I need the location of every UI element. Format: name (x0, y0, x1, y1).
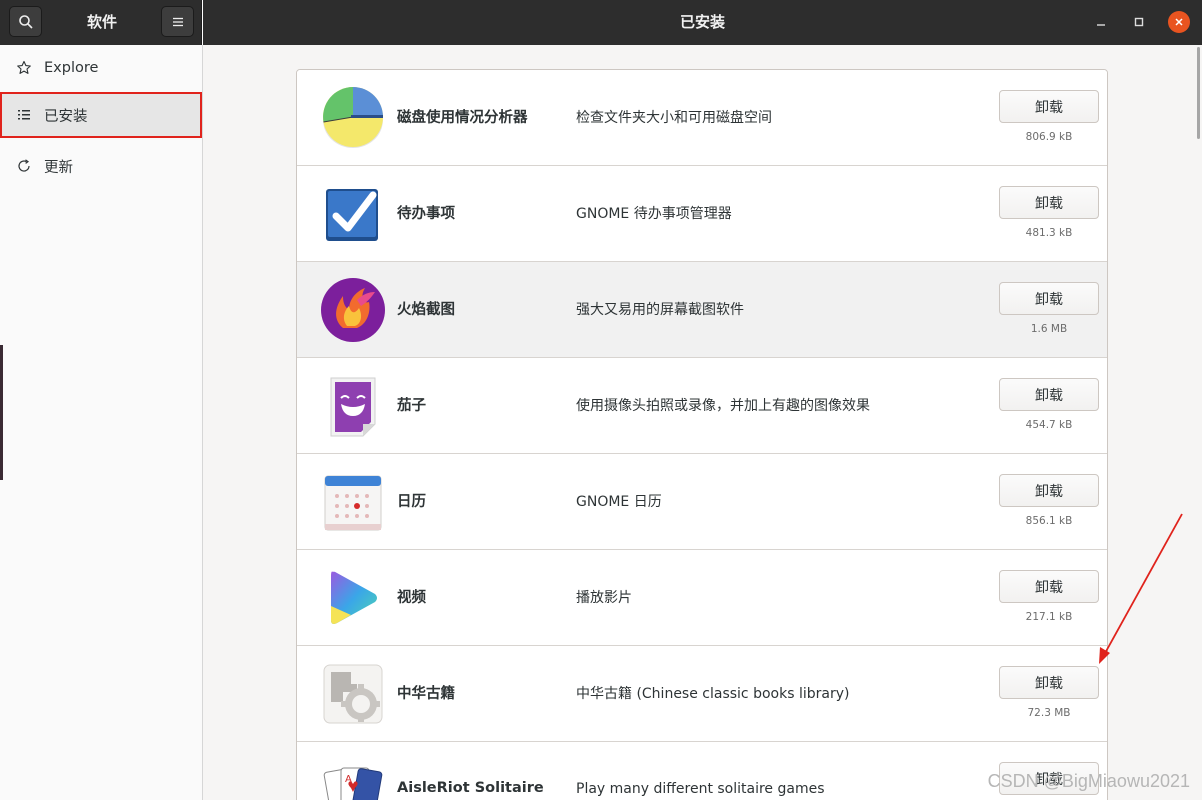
app-size: 72.3 MB (1027, 707, 1071, 719)
sidebar-item-label: 更新 (44, 159, 73, 176)
playing-cards-icon: A (323, 767, 383, 800)
app-description: 使用摄像头拍照或录像，并加上有趣的图像效果 (576, 398, 870, 414)
close-button[interactable] (1168, 11, 1190, 33)
scrollbar[interactable] (1197, 47, 1200, 139)
hamburger-menu-icon (172, 17, 183, 26)
app-description: 强大又易用的屏幕截图软件 (576, 302, 744, 318)
sidebar-item-installed[interactable]: 已安装 (0, 92, 202, 138)
background-strip (0, 345, 3, 480)
video-play-icon (331, 571, 377, 624)
list-icon (18, 110, 30, 120)
app-size: 217.1 kB (1025, 611, 1073, 623)
app-name: 茄子 (397, 398, 426, 414)
main-header: 已安装 (203, 0, 1202, 45)
app-size: 856.1 kB (1025, 515, 1073, 527)
list-item[interactable]: 待办事项 GNOME 待办事项管理器 卸载 481.3 kB (297, 166, 1107, 262)
uninstall-button[interactable]: 卸载 (999, 570, 1099, 603)
sidebar-title: 软件 (86, 13, 117, 31)
generic-application-gear-icon (323, 664, 383, 724)
page-title: 已安装 (679, 13, 725, 31)
app-description: 中华古籍 (Chinese classic books library) (576, 686, 850, 702)
app-description: GNOME 日历 (576, 494, 662, 510)
cheese-camera-icon (330, 377, 376, 437)
app-name: 磁盘使用情况分析器 (397, 110, 528, 126)
installed-app-list: 磁盘使用情况分析器 检查文件夹大小和可用磁盘空间 卸载 806.9 kB 待办事… (296, 69, 1108, 800)
uninstall-button[interactable]: 卸载 (999, 90, 1099, 123)
search-button[interactable] (9, 6, 42, 37)
uninstall-button[interactable]: 卸载 (999, 666, 1099, 699)
refresh-icon (18, 159, 30, 172)
app-size: 481.3 kB (1025, 227, 1073, 239)
app-size: 806.9 kB (1025, 131, 1073, 143)
app-description: 检查文件夹大小和可用磁盘空间 (576, 110, 772, 126)
close-icon (1175, 18, 1183, 26)
app-name: AisleRiot Solitaire (397, 780, 544, 796)
app-size: 1.6 MB (1030, 323, 1068, 335)
calendar-icon (324, 475, 382, 531)
list-item[interactable]: 磁盘使用情况分析器 检查文件夹大小和可用磁盘空间 卸载 806.9 kB (297, 70, 1107, 166)
sidebar-item-label: 已安装 (44, 108, 88, 125)
app-name: 视频 (397, 590, 426, 606)
app-name: 火焰截图 (397, 302, 455, 318)
maximize-icon (1134, 17, 1144, 27)
list-item[interactable]: 视频 播放影片 卸载 217.1 kB (297, 550, 1107, 646)
list-item[interactable]: 茄子 使用摄像头拍照或录像，并加上有趣的图像效果 卸载 454.7 kB (297, 358, 1107, 454)
list-item[interactable]: 火焰截图 强大又易用的屏幕截图软件 卸载 1.6 MB (297, 262, 1107, 358)
watermark: CSDN @BigMiaowu2021 (987, 771, 1190, 791)
app-name: 日历 (397, 494, 426, 510)
app-size: 454.7 kB (1025, 419, 1073, 431)
sidebar-item-label: Explore (44, 60, 99, 76)
app-description: 播放影片 (576, 590, 632, 606)
list-item[interactable]: 日历 GNOME 日历 卸载 856.1 kB (297, 454, 1107, 550)
sidebar-item-explore[interactable]: Explore (0, 45, 202, 91)
flameshot-icon (321, 278, 385, 342)
list-item[interactable]: 中华古籍 中华古籍 (Chinese classic books library… (297, 646, 1107, 742)
app-name: 待办事项 (397, 206, 455, 222)
search-icon (18, 14, 33, 29)
minimize-button[interactable] (1090, 11, 1112, 33)
app-description: Play many different solitaire games (576, 781, 825, 797)
uninstall-button[interactable]: 卸载 (999, 282, 1099, 315)
maximize-button[interactable] (1128, 11, 1150, 33)
todo-checkbox-icon (326, 189, 378, 241)
uninstall-button[interactable]: 卸载 (999, 474, 1099, 507)
star-icon (17, 60, 31, 74)
main-content: 磁盘使用情况分析器 检查文件夹大小和可用磁盘空间 卸载 806.9 kB 待办事… (203, 45, 1202, 800)
sidebar-header: 软件 (0, 0, 202, 45)
list-item[interactable]: A AisleRiot Solitaire Play many differen… (297, 742, 1107, 800)
app-name: 中华古籍 (397, 686, 455, 702)
sidebar: Explore 已安装 更新 (0, 45, 203, 800)
sidebar-item-updates[interactable]: 更新 (0, 143, 202, 189)
uninstall-button[interactable]: 卸载 (999, 378, 1099, 411)
uninstall-button[interactable]: 卸载 (999, 186, 1099, 219)
menu-button[interactable] (161, 6, 194, 37)
minimize-icon (1097, 24, 1105, 26)
disk-usage-icon (323, 87, 383, 148)
app-description: GNOME 待办事项管理器 (576, 206, 732, 222)
